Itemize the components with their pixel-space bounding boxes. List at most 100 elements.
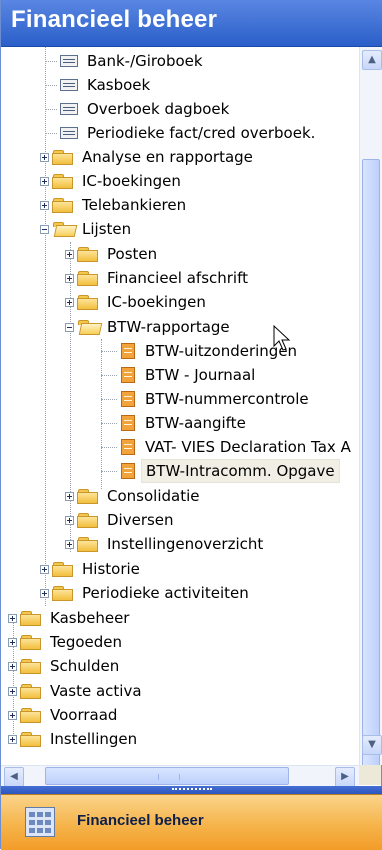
tree-item-analyse-rapportage[interactable]: Analyse en rapportage	[40, 145, 257, 169]
tree-line	[101, 375, 117, 376]
tree-item-bank-giroboek[interactable]: Bank-/Giroboek	[45, 49, 207, 73]
tree-item-label: Posten	[107, 245, 158, 263]
nav-button-financieel-beheer[interactable]: Financieel beheer	[1, 794, 382, 850]
tree-item-btw-nummercontrole[interactable]: BTW-nummercontrole	[101, 387, 313, 411]
expand-icon[interactable]	[65, 273, 74, 283]
tree-view[interactable]: Bank-/Giroboek Kasboek Overboek dagboek …	[1, 47, 359, 765]
tree-item-btw-rapportage[interactable]: BTW-rapportage	[65, 315, 234, 339]
tree-item-label: Schulden	[50, 657, 120, 675]
expand-icon[interactable]	[40, 200, 49, 210]
expand-icon[interactable]	[65, 249, 74, 259]
expand-icon[interactable]	[8, 661, 17, 671]
folder-icon	[52, 561, 74, 578]
tree-item-ic-boekingen[interactable]: IC-boekingen	[40, 169, 185, 193]
horizontal-scroll-thumb[interactable]	[45, 767, 289, 785]
tree-item-btw-aangifte[interactable]: BTW-aangifte	[101, 411, 250, 435]
tree-item-label: IC-boekingen	[107, 293, 206, 311]
tree-item-label: Lijsten	[82, 220, 132, 238]
scroll-up-button[interactable]: ▲	[362, 50, 382, 70]
expand-icon[interactable]	[8, 637, 17, 647]
pane-splitter[interactable]	[1, 786, 382, 794]
tree-item-label-selected: BTW-Intracomm. Opgave	[141, 459, 340, 483]
tree-item-historie[interactable]: Historie	[40, 557, 144, 581]
collapse-icon[interactable]	[65, 322, 74, 332]
tree-item-label: Diversen	[107, 511, 174, 529]
tree-item-btw-intracomm-opgave[interactable]: BTW-Intracomm. Opgave	[101, 459, 340, 483]
folder-icon	[77, 246, 99, 263]
tree-item-instellingenoverzicht[interactable]: Instellingenoverzicht	[65, 532, 267, 556]
navigation-pane: Financieel beheer Bank-/Giroboek Kasboek…	[0, 0, 382, 850]
horizontal-scrollbar[interactable]: ◀ ▶	[1, 765, 359, 787]
folder-icon	[52, 149, 74, 166]
tree-item-label: Historie	[82, 560, 140, 578]
folder-icon	[20, 610, 42, 627]
folder-icon	[77, 512, 99, 529]
expand-icon[interactable]	[8, 734, 17, 744]
tree-item-tegoeden[interactable]: Tegoeden	[8, 630, 126, 654]
tree-item-vat-vies-declaration[interactable]: VAT- VIES Declaration Tax A	[101, 435, 355, 459]
tree-item-label: BTW-aangifte	[145, 414, 246, 432]
tree-item-ic-boekingen-lijst[interactable]: IC-boekingen	[65, 290, 210, 314]
tree-line	[45, 85, 57, 86]
expand-icon[interactable]	[65, 297, 74, 307]
report-icon	[119, 342, 137, 360]
tree-item-periodieke-fact-cred[interactable]: Periodieke fact/cred overboek.	[45, 121, 319, 145]
expand-icon[interactable]	[8, 613, 17, 623]
tree-item-financieel-afschrift[interactable]: Financieel afschrift	[65, 266, 252, 290]
tree-item-label: Periodieke activiteiten	[82, 584, 249, 602]
expand-icon[interactable]	[40, 564, 49, 574]
journal-icon	[59, 54, 79, 68]
tree-line	[45, 133, 57, 134]
tree-item-label: Bank-/Giroboek	[87, 52, 203, 70]
tree-item-telebankieren[interactable]: Telebankieren	[40, 193, 190, 217]
tree-item-vaste-activa[interactable]: Vaste activa	[8, 679, 146, 703]
vertical-scrollbar[interactable]: ▲ ▼	[359, 47, 382, 767]
tree-item-label: Kasboek	[87, 76, 151, 94]
folder-icon	[20, 658, 42, 675]
folder-icon	[52, 173, 74, 190]
folder-icon	[52, 585, 74, 602]
expand-icon[interactable]	[8, 710, 17, 720]
tree-item-schulden[interactable]: Schulden	[8, 654, 123, 678]
scroll-down-button[interactable]: ▼	[362, 735, 382, 755]
tree-item-diversen[interactable]: Diversen	[65, 508, 178, 532]
scroll-thumb[interactable]	[362, 159, 380, 767]
tree-item-label: Instellingenoverzicht	[107, 535, 264, 553]
expand-icon[interactable]	[65, 491, 74, 501]
scroll-right-button[interactable]: ▶	[335, 767, 355, 787]
tree-item-lijsten[interactable]: Lijsten	[40, 217, 135, 241]
scroll-left-button[interactable]: ◀	[4, 767, 24, 787]
tree-item-label: Periodieke fact/cred overboek.	[87, 124, 316, 142]
tree-item-overboek-dagboek[interactable]: Overboek dagboek	[45, 97, 233, 121]
tree-item-label: Vaste activa	[50, 682, 142, 700]
expand-icon[interactable]	[40, 176, 49, 186]
tree-item-label: Overboek dagboek	[87, 100, 230, 118]
tree-item-label: VAT- VIES Declaration Tax A	[145, 438, 351, 456]
folder-icon	[20, 683, 42, 700]
expand-icon[interactable]	[40, 152, 49, 162]
collapse-icon[interactable]	[40, 224, 49, 234]
journal-icon	[59, 78, 79, 92]
tree-item-consolidatie[interactable]: Consolidatie	[65, 484, 203, 508]
tree-line	[101, 423, 117, 424]
tree-line	[45, 61, 57, 62]
folder-icon	[20, 634, 42, 651]
tree-item-btw-journaal[interactable]: BTW - Journaal	[101, 363, 259, 387]
tree-item-posten[interactable]: Posten	[65, 242, 161, 266]
tree-item-label: Analyse en rapportage	[82, 148, 253, 166]
ledger-icon	[25, 807, 55, 837]
tree-item-label: Instellingen	[50, 730, 138, 748]
expand-icon[interactable]	[65, 539, 74, 549]
expand-icon[interactable]	[40, 588, 49, 598]
tree-item-periodieke-activiteiten[interactable]: Periodieke activiteiten	[40, 581, 253, 605]
expand-icon[interactable]	[65, 515, 74, 525]
tree-item-voorraad[interactable]: Voorraad	[8, 703, 121, 727]
tree-item-label: Financieel afschrift	[107, 269, 248, 287]
tree-item-kasbeheer[interactable]: Kasbeheer	[8, 606, 133, 630]
tree-item-label: Voorraad	[50, 706, 118, 724]
expand-icon[interactable]	[8, 686, 17, 696]
tree-item-instellingen[interactable]: Instellingen	[8, 727, 141, 751]
tree-item-kasboek[interactable]: Kasboek	[45, 73, 154, 97]
folder-open-icon	[77, 319, 103, 336]
pane-header: Financieel beheer	[1, 0, 382, 47]
